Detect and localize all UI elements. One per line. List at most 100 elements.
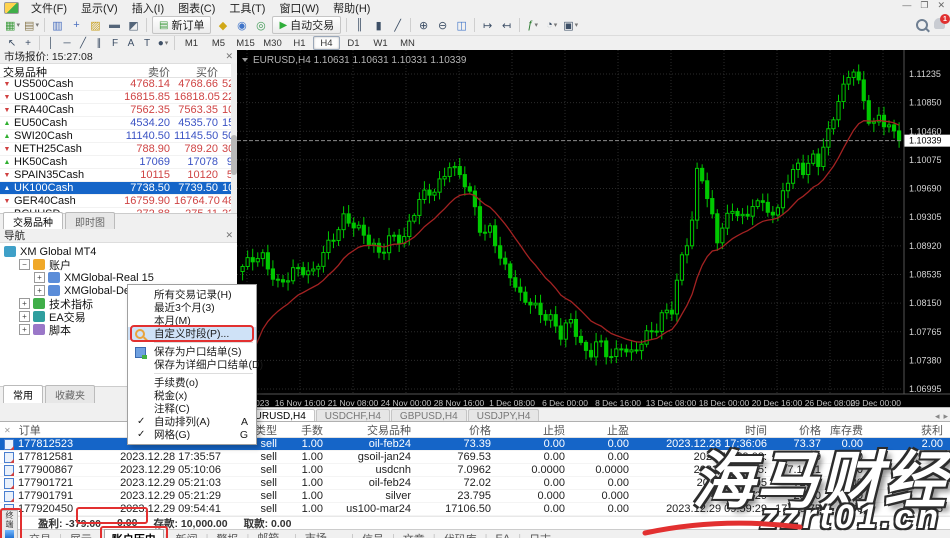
timeframe-M5[interactable]: M5 <box>205 36 232 50</box>
shapes-icon[interactable]: ●▾ <box>155 37 171 50</box>
collapse-icon[interactable]: − <box>19 259 30 270</box>
terminal-vertical-tab[interactable]: 终端 <box>1 510 18 538</box>
new-chart-icon[interactable]: ▦▾ <box>3 16 22 34</box>
terminal-icon[interactable]: ▬ <box>105 16 124 34</box>
timeframe-M30[interactable]: M30 <box>259 36 286 50</box>
expand-icon[interactable]: + <box>34 272 45 283</box>
terminal-tab-账户历史[interactable]: 账户历史 <box>104 529 164 538</box>
chart-candles-icon[interactable]: ▮ <box>369 16 388 34</box>
periods-icon[interactable]: ◔▾ <box>542 16 561 34</box>
terminal-tab-日志[interactable]: 日志 <box>522 530 558 538</box>
tile-windows-icon[interactable]: ◫ <box>452 16 471 34</box>
terminal-tab-新闻[interactable]: 新闻 <box>169 530 205 538</box>
expand-icon[interactable]: + <box>19 298 30 309</box>
market-watch-row[interactable]: ▼GER40Cash16759.9016764.70480 <box>0 195 237 208</box>
zoom-in-icon[interactable]: ⊕ <box>414 16 433 34</box>
notifications-button[interactable]: 1 <box>934 18 945 32</box>
minimize-icon[interactable]: — <box>902 0 911 11</box>
profiles-icon[interactable]: ▤▾ <box>22 16 41 34</box>
menu-item-网格(G)[interactable]: ✓网格(G)G <box>128 428 256 441</box>
new-order-button[interactable]: ▤新订单 <box>152 16 211 34</box>
menu-显示(V)[interactable]: 显示(V) <box>74 0 125 15</box>
market-watch-tab-即时图[interactable]: 即时图 <box>65 212 115 230</box>
terminal-tab-代码库[interactable]: 代码库 <box>437 530 484 538</box>
terminal-tab-信号[interactable]: 信号 <box>355 530 391 538</box>
timeframe-D1[interactable]: D1 <box>340 36 367 50</box>
tree-item-XMGlobal-Real 15[interactable]: +XMGlobal-Real 15 <box>0 271 237 284</box>
market-watch-row[interactable]: ▲HK50Cash17069170789 <box>0 156 237 169</box>
search-icon[interactable] <box>916 19 928 31</box>
menu-文件(F)[interactable]: 文件(F) <box>24 0 74 15</box>
timeframe-M15[interactable]: M15 <box>232 36 259 50</box>
menu-item-自动排列(A)[interactable]: ✓自动排列(A)A <box>128 415 256 428</box>
menu-工具(T)[interactable]: 工具(T) <box>222 0 272 15</box>
close-icon[interactable]: ✕ <box>225 51 233 62</box>
terminal-tab-警报[interactable]: 警报 <box>209 530 245 538</box>
data-window-icon[interactable]: + <box>67 16 86 34</box>
globe-icon[interactable]: ◎ <box>251 16 270 34</box>
tree-item-账户[interactable]: −账户 <box>0 258 237 271</box>
menu-item-最近3个月(3)[interactable]: 最近3个月(3) <box>128 301 256 314</box>
chart-shift-icon[interactable]: ↤ <box>497 16 516 34</box>
timeframe-W1[interactable]: W1 <box>367 36 394 50</box>
close-icon[interactable]: ✕ <box>937 0 945 11</box>
market-watch-row[interactable]: ▲SWI20Cash11140.5011145.50500 <box>0 130 237 143</box>
terminal-tab-交易[interactable]: 交易 <box>22 530 58 538</box>
cursor-icon[interactable]: ↖ <box>4 37 20 50</box>
vertical-line-icon[interactable]: │ <box>43 37 59 50</box>
market-watch-row[interactable]: ▼US100Cash16815.8516818.05220 <box>0 91 237 104</box>
menu-item-自定义时段(P)...[interactable]: 自定义时段(P)... <box>128 327 256 340</box>
expand-icon[interactable]: + <box>19 311 30 322</box>
trendline-icon[interactable]: ╱ <box>75 37 91 50</box>
navigator-tab-收藏夹[interactable]: 收藏夹 <box>45 385 95 403</box>
market-watch-row[interactable]: ▼FRA40Cash7562.357563.35100 <box>0 104 237 117</box>
chart-bars-icon[interactable]: ║ <box>350 16 369 34</box>
terminal-tab-邮箱[interactable]: 邮箱7 <box>250 529 293 538</box>
menu-窗口(W)[interactable]: 窗口(W) <box>272 0 326 15</box>
market-watch-icon[interactable]: ▥ <box>48 16 67 34</box>
menu-帮助(H)[interactable]: 帮助(H) <box>326 0 377 15</box>
terminal-tab-文章[interactable]: 文章 <box>396 530 432 538</box>
strategy-tester-icon[interactable]: ◩ <box>124 16 143 34</box>
menu-item-税金(x)[interactable]: 税金(x) <box>128 389 256 402</box>
auto-scroll-icon[interactable]: ↦ <box>478 16 497 34</box>
expand-icon[interactable]: + <box>19 324 30 335</box>
expand-icon[interactable]: + <box>34 285 45 296</box>
crosshair-icon[interactable]: + <box>20 37 36 50</box>
menu-图表(C)[interactable]: 图表(C) <box>171 0 222 15</box>
market-watch-row[interactable]: ▼NETH25Cash788.90789.2030 <box>0 143 237 156</box>
chart-window[interactable]: 1.112351.108501.104601.100751.096901.093… <box>237 50 950 421</box>
restore-icon[interactable]: ❐ <box>920 0 928 11</box>
market-watch-row[interactable]: ▼SPAIN35Cash10115101205 <box>0 169 237 182</box>
market-watch-row[interactable]: ▲EU50Cash4534.204535.70150 <box>0 117 237 130</box>
indicators-icon[interactable]: ƒ▾ <box>523 16 542 34</box>
channel-icon[interactable]: ∥ <box>91 37 107 50</box>
text-icon[interactable]: A <box>123 37 139 50</box>
label-icon[interactable]: T <box>139 37 155 50</box>
zoom-out-icon[interactable]: ⊖ <box>433 16 452 34</box>
terminal-tab-市场[interactable]: 市场109 <box>298 529 350 538</box>
chart-line-icon[interactable]: ╱ <box>388 16 407 34</box>
metaeditor-icon[interactable]: ◆ <box>213 16 232 34</box>
terminal-tab-EA[interactable]: EA <box>489 532 518 538</box>
timeframe-H1[interactable]: H1 <box>286 36 313 50</box>
autotrading-button[interactable]: ▶自动交易 <box>272 16 341 34</box>
menu-item-保存为详细户口结单(D)[interactable]: 保存为详细户口结单(D) <box>128 358 256 371</box>
timeframe-M1[interactable]: M1 <box>178 36 205 50</box>
menu-插入(I)[interactable]: 插入(I) <box>125 0 171 15</box>
market-watch-row[interactable]: ▼US500Cash4768.144768.6652 <box>0 78 237 91</box>
navigator-icon[interactable]: ▨ <box>86 16 105 34</box>
menu-item-手续费(o)[interactable]: 手续费(o) <box>128 376 256 389</box>
close-icon[interactable]: ✕ <box>225 230 233 241</box>
close-icon[interactable]: ✕ <box>4 426 11 435</box>
timeframe-MN[interactable]: MN <box>394 36 421 50</box>
fibonacci-icon[interactable]: F <box>107 37 123 50</box>
terminal-tab-展示[interactable]: 展示 <box>63 530 99 538</box>
experts-icon[interactable]: ◉ <box>232 16 251 34</box>
horizontal-line-icon[interactable]: ─ <box>59 37 75 50</box>
templates-icon[interactable]: ▣▾ <box>561 16 580 34</box>
market-watch-row[interactable]: ▲UK100Cash7738.507739.50100 <box>0 182 237 195</box>
navigator-tab-常用[interactable]: 常用 <box>3 385 43 403</box>
timeframe-H4[interactable]: H4 <box>313 36 340 50</box>
tree-item-XM Global MT4[interactable]: XM Global MT4 <box>0 245 237 258</box>
